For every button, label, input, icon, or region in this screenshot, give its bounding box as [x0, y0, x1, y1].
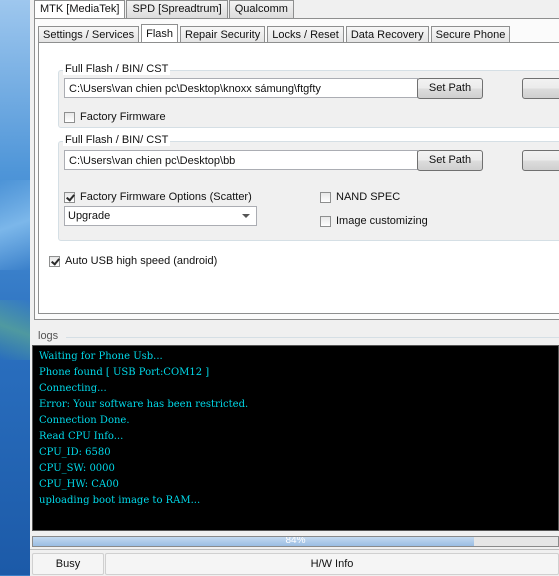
checkbox-box[interactable]: [49, 255, 60, 267]
group-title: Full Flash / BIN/ CST: [63, 63, 171, 75]
desktop-background: [0, 0, 30, 575]
nand-spec-checkbox[interactable]: NAND SPEC: [320, 191, 400, 203]
path-input-2[interactable]: C:\Users\van chien pc\Desktop\bb: [64, 150, 418, 170]
checkbox-label: Image customizing: [336, 215, 428, 227]
log-line: Error: Your software has been restricted…: [39, 399, 249, 410]
checkbox-box[interactable]: [64, 191, 75, 203]
tab-locks-reset[interactable]: Locks / Reset: [267, 26, 344, 43]
checkbox-label: Factory Firmware Options (Scatter): [80, 191, 252, 203]
checkbox-box[interactable]: [320, 215, 331, 227]
factory-firmware-checkbox[interactable]: Factory Firmware: [64, 111, 166, 123]
chevron-down-icon: [242, 214, 250, 218]
log-line: Read CPU Info...: [39, 431, 124, 442]
app-window: MTK [MediaTek] SPD [Spreadtrum] Qualcomm…: [30, 0, 559, 576]
select-value: Upgrade: [68, 210, 111, 222]
log-console[interactable]: Waiting for Phone Usb... Phone found [ U…: [32, 345, 559, 531]
function-tabs: Settings / Services Flash Repair Securit…: [38, 24, 512, 44]
logs-divider: [66, 337, 559, 338]
flash-panel: Full Flash / BIN/ CST C:\Users\van chien…: [38, 42, 559, 314]
flash-action-button-2[interactable]: [522, 150, 559, 171]
tab-flash[interactable]: Flash: [141, 24, 178, 44]
progress-label: 84%: [285, 536, 306, 546]
status-bar: Busy H/W Info: [30, 549, 559, 576]
scatter-options-checkbox[interactable]: Factory Firmware Options (Scatter): [64, 191, 252, 203]
checkbox-label: Auto USB high speed (android): [65, 255, 218, 267]
log-line: CPU_HW: CA00: [39, 479, 119, 490]
tab-repair-security[interactable]: Repair Security: [180, 26, 266, 43]
image-customizing-checkbox[interactable]: Image customizing: [320, 215, 428, 227]
set-path-button-2[interactable]: Set Path: [417, 150, 483, 171]
hw-info-button[interactable]: H/W Info: [105, 553, 559, 575]
path-input-1[interactable]: C:\Users\van chien pc\Desktop\knoxx sámu…: [64, 78, 418, 98]
progress-bar: 84%: [32, 536, 559, 547]
tab-data-recovery[interactable]: Data Recovery: [345, 26, 429, 43]
flash-action-button-1[interactable]: [522, 78, 559, 99]
tab-mtk[interactable]: MTK [MediaTek]: [34, 0, 126, 19]
tab-spd[interactable]: SPD [Spreadtrum]: [126, 0, 228, 18]
status-state: Busy: [32, 553, 104, 575]
tab-qualcomm[interactable]: Qualcomm: [228, 0, 294, 18]
log-line: CPU_SW: 0000: [39, 463, 115, 474]
checkbox-box[interactable]: [64, 111, 75, 123]
flash-mode-select[interactable]: Upgrade: [64, 206, 257, 226]
log-line: Waiting for Phone Usb...: [39, 351, 163, 362]
set-path-button-1[interactable]: Set Path: [417, 78, 483, 99]
logs-title: logs: [38, 330, 59, 342]
auto-usb-checkbox[interactable]: Auto USB high speed (android): [49, 255, 217, 267]
log-line: Connection Done.: [39, 415, 130, 426]
log-line: Phone found [ USB Port:COM12 ]: [39, 367, 210, 378]
tab-settings-services[interactable]: Settings / Services: [38, 26, 140, 43]
checkbox-label: NAND SPEC: [336, 191, 401, 203]
group-title: Full Flash / BIN/ CST: [63, 134, 171, 146]
tab-secure-phone[interactable]: Secure Phone: [430, 26, 511, 43]
checkbox-label: Factory Firmware: [80, 111, 166, 123]
log-line: uploading boot image to RAM...: [39, 495, 201, 506]
log-line: CPU_ID: 6580: [39, 447, 111, 458]
checkbox-box[interactable]: [320, 191, 331, 203]
vendor-tabs: MTK [MediaTek] SPD [Spreadtrum] Qualcomm: [34, 0, 295, 19]
log-line: Connecting...: [39, 383, 107, 394]
